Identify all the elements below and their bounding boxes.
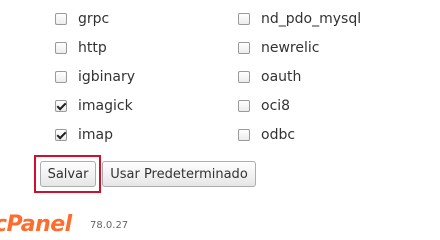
extension-item-igbinary[interactable]: igbinary	[55, 67, 135, 87]
extension-item-grpc[interactable]: grpc	[55, 9, 109, 29]
extension-label: oauth	[261, 69, 302, 85]
newrelic-checkbox[interactable]	[238, 42, 250, 54]
extension-label: http	[78, 40, 107, 56]
extension-label: nd_pdo_mysql	[261, 11, 362, 27]
use-default-button[interactable]: Usar Predeterminado	[102, 161, 256, 187]
extension-item-nd-pdo-mysql[interactable]: nd_pdo_mysql	[238, 9, 361, 29]
extension-item-odbc[interactable]: odbc	[238, 125, 295, 145]
odbc-checkbox[interactable]	[238, 129, 250, 141]
oci8-checkbox[interactable]	[238, 100, 250, 112]
grpc-checkbox[interactable]	[55, 13, 67, 25]
extension-item-oci8[interactable]: oci8	[238, 96, 290, 116]
version-text: 78.0.27	[90, 220, 129, 231]
extension-label: imagick	[78, 98, 133, 114]
extension-label: oci8	[261, 98, 291, 114]
php-extensions-panel: grpc http igbinary imagick imap nd_pdo_m…	[0, 0, 440, 240]
extension-label: newrelic	[261, 40, 320, 56]
igbinary-checkbox[interactable]	[55, 71, 67, 83]
extension-item-newrelic[interactable]: newrelic	[238, 38, 319, 58]
http-checkbox[interactable]	[55, 42, 67, 54]
imagick-checkbox[interactable]	[55, 100, 67, 112]
extension-item-imap[interactable]: imap	[55, 125, 113, 145]
extension-label: odbc	[261, 127, 296, 143]
extension-label: imap	[78, 127, 113, 143]
extension-label: igbinary	[78, 69, 136, 85]
save-button[interactable]: Salvar	[40, 161, 96, 187]
extension-item-imagick[interactable]: imagick	[55, 96, 133, 116]
extension-label: grpc	[78, 11, 110, 27]
nd-pdo-mysql-checkbox[interactable]	[238, 13, 250, 25]
extension-item-oauth[interactable]: oauth	[238, 67, 301, 87]
extension-item-http[interactable]: http	[55, 38, 107, 58]
cpanel-logo[interactable]: cPanel	[0, 212, 72, 237]
oauth-checkbox[interactable]	[238, 71, 250, 83]
imap-checkbox[interactable]	[55, 129, 67, 141]
